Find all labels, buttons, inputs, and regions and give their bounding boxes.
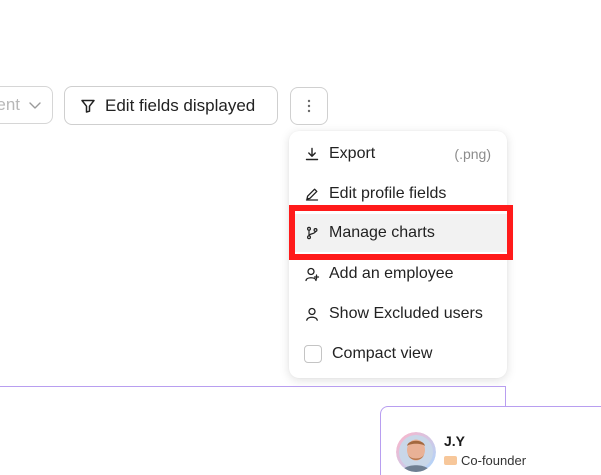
user-icon [304, 306, 320, 322]
kebab-menu-icon [307, 99, 311, 113]
employee-card[interactable]: J.Y Co-founder [380, 406, 601, 475]
menu-item-compact-view[interactable]: Compact view [289, 335, 507, 373]
more-options-button[interactable] [290, 87, 328, 125]
download-icon [304, 146, 320, 162]
menu-item-show-excluded-users[interactable]: Show Excluded users [289, 295, 507, 333]
user-add-icon [304, 266, 320, 282]
compact-view-checkbox[interactable] [304, 345, 322, 363]
avatar [396, 432, 436, 472]
pencil-icon [304, 186, 320, 202]
menu-item-label: Edit profile fields [329, 185, 447, 202]
menu-item-edit-profile-fields[interactable]: Edit profile fields [289, 175, 507, 213]
menu-item-label: Compact view [332, 345, 433, 362]
employee-name: J.Y [444, 433, 466, 449]
menu-item-label: Export [329, 145, 376, 162]
filter-select[interactable]: ent [0, 86, 53, 124]
edit-fields-label: Edit fields displayed [105, 95, 256, 115]
menu-item-manage-charts[interactable]: Manage charts [289, 214, 507, 252]
org-chart-page: ent Edit fields displayed Export (.png) [0, 0, 601, 475]
menu-item-label: Manage charts [329, 224, 435, 241]
filter-icon [81, 99, 95, 113]
export-format-hint: (.png) [454, 146, 491, 162]
more-options-menu: Export (.png) Edit profile fields Manage [289, 131, 507, 378]
menu-item-export[interactable]: Export (.png) [289, 135, 507, 173]
employee-role-label: Co-founder [461, 453, 527, 468]
employee-role: Co-founder [444, 453, 526, 468]
git-branch-icon [304, 225, 320, 241]
menu-item-label: Show Excluded users [329, 305, 483, 322]
chevron-down-icon [29, 102, 41, 109]
org-chart-connector [0, 386, 506, 408]
menu-item-label: Add an employee [329, 265, 454, 282]
filter-select-value: ent [0, 95, 20, 114]
menu-item-add-employee[interactable]: Add an employee [289, 255, 507, 293]
edit-fields-button[interactable]: Edit fields displayed [64, 86, 278, 125]
tag-icon [444, 456, 457, 465]
